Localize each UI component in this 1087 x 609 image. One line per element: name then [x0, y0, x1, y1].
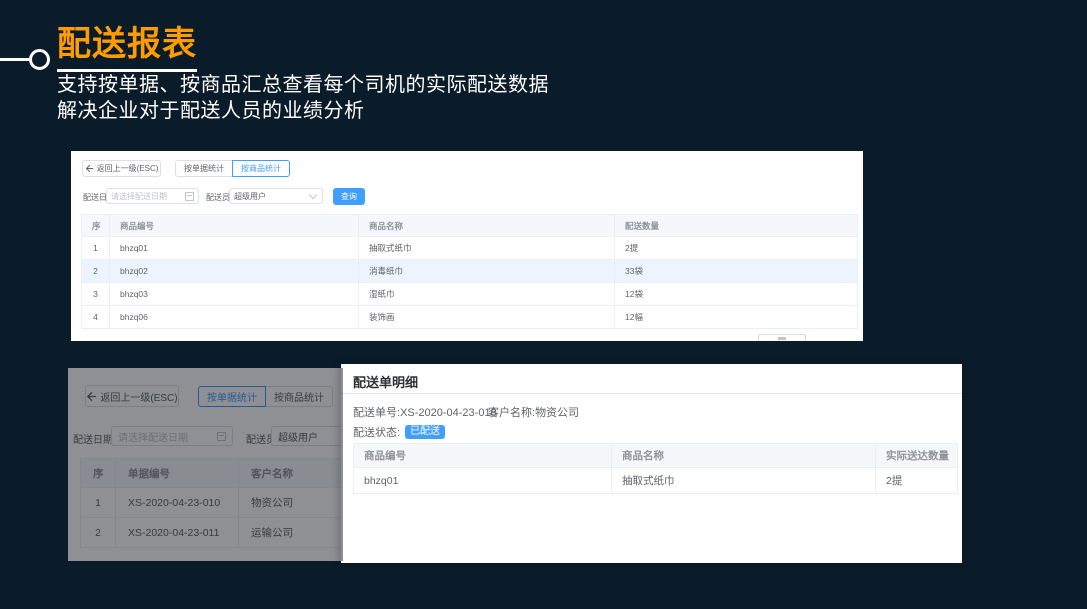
col-header-index: 序: [82, 215, 110, 237]
search-button[interactable]: 查询: [333, 188, 365, 205]
cell-index: 1: [82, 237, 110, 260]
cell-index: 3: [82, 283, 110, 306]
cell-delivery-qty: 33袋: [615, 260, 858, 283]
cell-product-name: 装饰画: [359, 306, 615, 329]
decor-circle: [29, 49, 50, 70]
tab-by-order-label: 按单据统计: [184, 163, 224, 174]
table-row-highlighted[interactable]: 2 bhzq02 消毒纸巾 33袋: [82, 260, 858, 283]
cell-product-code: bhzq06: [110, 306, 359, 329]
page-subtitle: 支持按单据、按商品汇总查看每个司机的实际配送数据 解决企业对于配送人员的业绩分析: [57, 72, 549, 124]
customer-label: 客户名称:: [488, 407, 535, 419]
table-row[interactable]: 3 bhzq03 湿纸巾 12袋: [82, 283, 858, 306]
table-row[interactable]: 1 bhzq01 抽取式纸巾 2提: [82, 237, 858, 260]
stats-tab-group: 按单据统计 按商品统计: [175, 160, 290, 177]
detail-panel-title: 配送单明细: [353, 372, 418, 391]
back-button-label: 返回上一级(ESC): [97, 163, 159, 174]
cell-index: 2: [82, 260, 110, 283]
product-table: 序 商品编号 商品名称 配送数量 1 bhzq01 抽取式纸巾 2提 2 bhz…: [81, 214, 858, 329]
search-button-label: 查询: [341, 191, 357, 202]
status-label: 配送状态:: [353, 424, 400, 440]
customer-value: 物资公司: [535, 407, 579, 419]
order-no-value: XS-2020-04-23-010: [400, 407, 497, 419]
slide-delivery-report: { "page": { "title": "配送报表", "subtitle_l…: [0, 0, 1087, 609]
cell-product-name: 消毒纸巾: [359, 260, 615, 283]
table-row[interactable]: bhzq01 抽取式纸巾 2提: [354, 468, 958, 494]
cell-product-name: 湿纸巾: [359, 283, 615, 306]
col-header-delivery-qty: 配送数量: [615, 215, 858, 237]
subtitle-line-2: 解决企业对于配送人员的业绩分析: [57, 98, 549, 124]
modal-backdrop: [68, 368, 343, 561]
back-arrow-icon: [85, 164, 94, 173]
delivery-detail-panel: 配送单明细 配送单号:XS-2020-04-23-010 客户名称:物资公司 配…: [341, 364, 962, 563]
detail-table: 商品编号 商品名称 实际送达数量 bhzq01 抽取式纸巾 2提: [353, 443, 958, 494]
cell-product-code: bhzq02: [110, 260, 359, 283]
product-table-header-row: 序 商品编号 商品名称 配送数量: [82, 215, 858, 237]
order-stats-window: 返回上一级(ESC) 按单据统计 按商品统计 配送日期: 请选择配送日期 配送员…: [68, 368, 343, 561]
courier-select-value: 超级用户: [234, 191, 306, 202]
cell-product-name: 抽取式纸巾: [359, 237, 615, 260]
courier-select[interactable]: 超级用户: [229, 188, 323, 204]
back-button[interactable]: 返回上一级(ESC): [82, 160, 161, 177]
col-header-product-code: 商品编号: [354, 444, 612, 468]
cell-delivery-qty: 2提: [615, 237, 858, 260]
order-no-field: 配送单号:XS-2020-04-23-010: [353, 404, 497, 420]
col-header-product-name: 商品名称: [612, 444, 876, 468]
status-badge: 已配送: [405, 425, 445, 439]
cell-actual-qty: 2提: [876, 468, 958, 494]
pagination-stub[interactable]: [758, 334, 806, 341]
cell-index: 4: [82, 306, 110, 329]
cell-delivery-qty: 12袋: [615, 283, 858, 306]
cell-product-code: bhzq01: [354, 468, 612, 494]
tab-by-product-label: 按商品统计: [241, 163, 281, 174]
detail-table-header-row: 商品编号 商品名称 实际送达数量: [354, 444, 958, 468]
page-title: 配送报表: [57, 16, 197, 72]
chevron-down-icon: [309, 190, 317, 198]
calendar-icon: [185, 192, 194, 201]
product-stats-window: 返回上一级(ESC) 按单据统计 按商品统计 配送日期: 请选择配送日期 配送员…: [71, 151, 863, 341]
pagination-icon: [778, 337, 786, 340]
order-no-label: 配送单号:: [353, 407, 400, 419]
status-field: 配送状态: 已配送: [353, 424, 445, 440]
col-header-actual-qty: 实际送达数量: [876, 444, 958, 468]
decor-line: [0, 58, 29, 61]
subtitle-line-1: 支持按单据、按商品汇总查看每个司机的实际配送数据: [57, 72, 549, 98]
date-placeholder: 请选择配送日期: [111, 191, 181, 202]
table-row[interactable]: 4 bhzq06 装饰画 12幅: [82, 306, 858, 329]
col-header-product-code: 商品编号: [110, 215, 359, 237]
col-header-product-name: 商品名称: [359, 215, 615, 237]
tab-by-product[interactable]: 按商品统计: [232, 160, 290, 177]
cell-delivery-qty: 12幅: [615, 306, 858, 329]
customer-field: 客户名称:物资公司: [488, 404, 579, 420]
cell-product-code: bhzq01: [110, 237, 359, 260]
tab-by-order[interactable]: 按单据统计: [175, 160, 233, 177]
cell-product-code: bhzq03: [110, 283, 359, 306]
date-picker-input[interactable]: 请选择配送日期: [106, 188, 199, 204]
detail-panel-header: [341, 364, 962, 394]
cell-product-name: 抽取式纸巾: [612, 468, 876, 494]
